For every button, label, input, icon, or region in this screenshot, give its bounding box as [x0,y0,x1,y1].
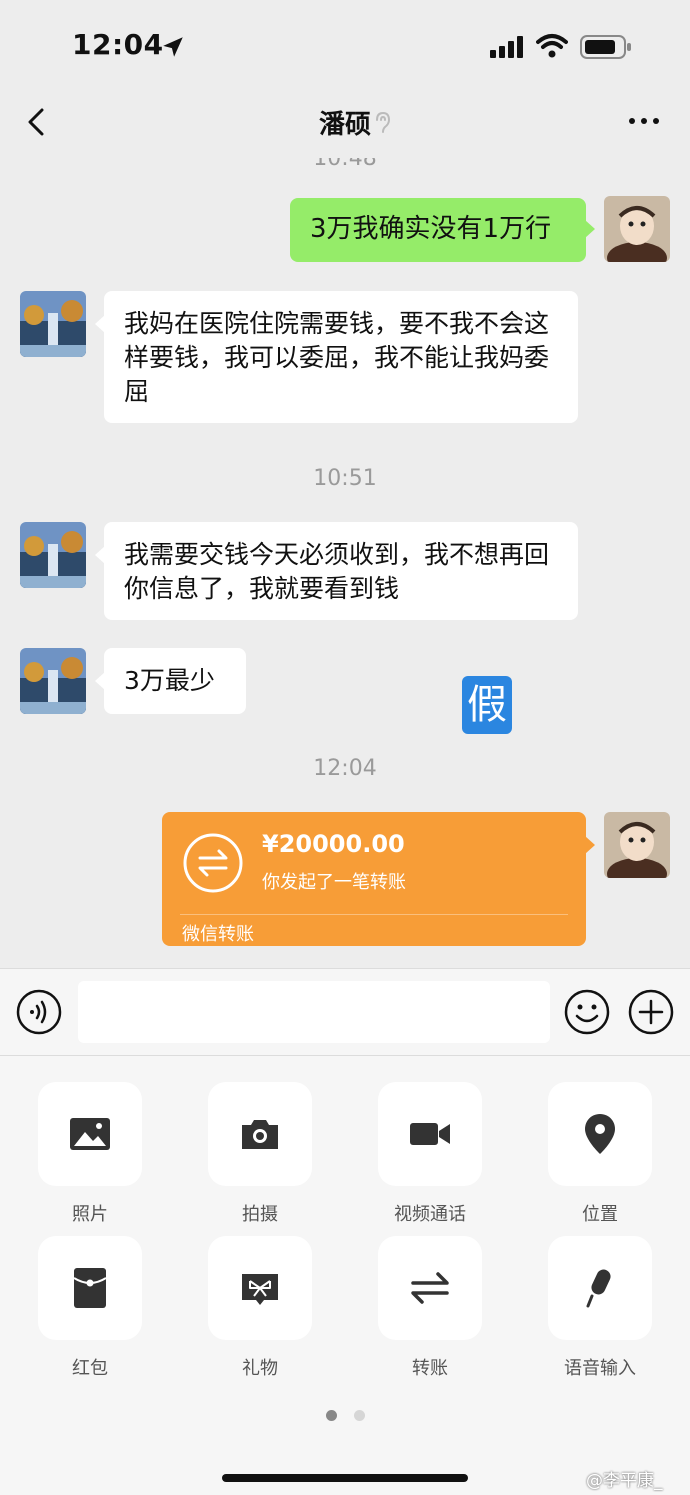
photo-icon [70,1118,110,1150]
status-time: 12:04 [72,28,164,61]
panel-item-label: 转账 [412,1358,448,1379]
my-avatar[interactable] [604,812,670,878]
voice-toggle-button[interactable] [16,989,62,1035]
page-indicator-dot-active[interactable] [326,1410,337,1421]
emoji-button[interactable] [564,989,610,1035]
partial-timestamp: 10:48 [313,158,377,171]
baby-photo-avatar [604,812,670,878]
transfer-icon [411,1272,449,1304]
transfer-message-card[interactable]: ¥20000.00 你发起了一笔转账 微信转账 [162,812,595,946]
panel-item-photo[interactable]: 照片 [38,1082,142,1226]
chat-area[interactable]: 10:48 3万我确实没有1万行 我妈在医院住院需要钱，要不我不会这样要钱，我可… [0,158,690,968]
panel-tile [38,1236,142,1340]
more-actions-panel: 照片 拍摄 视频通话 位置 红包 礼物 转账 语音输入 @李平康_ [0,1056,690,1495]
panel-tile [378,1082,482,1186]
ear-icon [376,111,391,133]
panel-tile [378,1236,482,1340]
fake-badge: 假 [462,676,512,734]
microphone-icon [586,1269,611,1308]
transfer-amount: ¥20000.00 [262,830,405,858]
baby-photo-avatar [604,196,670,262]
watermark: @李平康_ [586,1471,663,1491]
panel-item-red-packet[interactable]: 红包 [38,1236,142,1380]
red-packet-icon [73,1268,107,1308]
panel-item-label: 拍摄 [242,1204,278,1225]
panel-item-voice-input[interactable]: 语音输入 [548,1236,652,1380]
cellular-signal-icon [490,36,523,58]
home-indicator[interactable] [222,1474,468,1482]
panel-tile [548,1236,652,1340]
waterfall-landscape-avatar [20,291,86,357]
panel-tile [208,1236,312,1340]
panel-item-camera[interactable]: 拍摄 [208,1082,312,1226]
panel-tile [38,1082,142,1186]
panel-item-location[interactable]: 位置 [548,1082,652,1226]
message-text: 我需要交钱今天必须收到，我不想再回你信息了，我就要看到钱 [124,540,550,603]
message-text: 3万最少 [124,666,215,695]
message-input-bar [0,968,690,1056]
panel-item-label: 位置 [582,1204,618,1225]
incoming-message-bubble[interactable]: 3万最少 [95,648,246,714]
camera-icon [242,1120,278,1149]
transfer-description: 你发起了一笔转账 [262,872,406,893]
panel-item-label: 语音输入 [564,1358,636,1379]
more-actions-plus-button[interactable] [628,989,674,1035]
outgoing-message-bubble[interactable]: 3万我确实没有1万行 [290,198,595,262]
page-indicator-dot[interactable] [354,1410,365,1421]
panel-tile [208,1082,312,1186]
waterfall-landscape-avatar [20,522,86,588]
incoming-message-bubble[interactable]: 我妈在医院住院需要钱，要不我不会这样要钱，我可以委屈，我不能让我妈委屈 [95,291,578,423]
panel-item-label: 礼物 [242,1358,278,1379]
transfer-icon [183,833,243,893]
panel-tile [548,1082,652,1186]
location-arrow-icon [163,37,183,57]
my-avatar[interactable] [604,196,670,262]
wifi-icon [536,34,568,58]
transfer-source-label: 微信转账 [182,924,254,945]
message-input[interactable] [78,981,550,1043]
location-icon [585,1114,615,1154]
divider [180,914,568,915]
timestamp: 12:04 [313,756,377,781]
status-bar: 12:04 [0,0,690,92]
panel-item-label: 视频通话 [394,1204,466,1225]
panel-item-video-call[interactable]: 视频通话 [378,1082,482,1226]
chat-header: 潘硕 [0,92,690,158]
battery-icon [580,35,631,59]
video-call-icon [410,1123,450,1145]
panel-item-gift[interactable]: 礼物 [208,1236,312,1380]
contact-name: 潘硕 [318,110,371,140]
message-text: 我妈在医院住院需要钱，要不我不会这样要钱，我可以委屈，我不能让我妈委屈 [124,309,550,406]
contact-avatar[interactable] [20,291,86,357]
panel-item-label: 照片 [72,1204,108,1225]
panel-item-label: 红包 [72,1358,108,1379]
incoming-message-bubble[interactable]: 我需要交钱今天必须收到，我不想再回你信息了，我就要看到钱 [95,522,578,620]
more-options-icon[interactable] [624,106,664,136]
contact-avatar[interactable] [20,522,86,588]
waterfall-landscape-avatar [20,648,86,714]
panel-item-transfer[interactable]: 转账 [378,1236,482,1380]
message-text: 3万我确实没有1万行 [310,214,552,244]
gift-icon [242,1274,278,1305]
contact-avatar[interactable] [20,648,86,714]
timestamp: 10:51 [313,466,377,491]
